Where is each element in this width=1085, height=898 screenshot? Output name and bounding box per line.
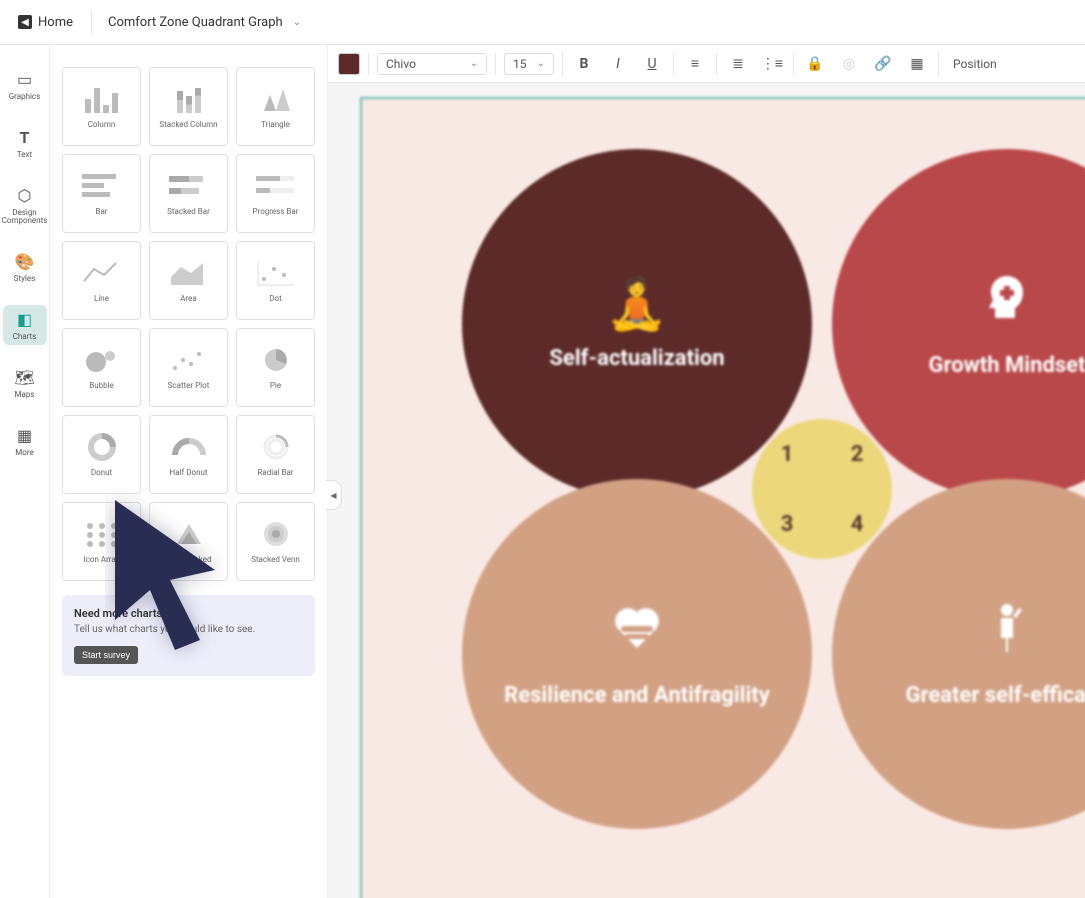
divider [91, 10, 92, 34]
scatter-icon [169, 345, 209, 375]
chevron-down-icon: ⌄ [470, 58, 478, 69]
dot-icon [256, 258, 296, 288]
artboard[interactable]: 🧘 Self-actualization Growth Mindset R [360, 97, 1085, 898]
chart-type-bubble[interactable]: Bubble [62, 328, 141, 407]
chevron-down-icon: ⌄ [537, 58, 545, 69]
rail-item-more[interactable]: ▦ More [3, 421, 47, 461]
canvas-area: Chivo ⌄ 15 ⌄ B I U ≡ ≣ ⋮≡ 🔒 ◎ 🔗 ▦ Positi… [328, 45, 1085, 898]
rail-item-text[interactable]: T Text [3, 123, 47, 163]
pie-icon [256, 345, 296, 375]
rail-item-design-components[interactable]: ⬡ Design Components [3, 181, 47, 229]
back-icon: ◀ [18, 15, 32, 29]
list-bullet-button[interactable]: ⋮≡ [759, 51, 785, 77]
chart-type-triangle[interactable]: Triangle [236, 67, 315, 146]
column-icon [82, 84, 122, 114]
feedback-text: Tell us what charts you would like to se… [74, 624, 303, 635]
chart-type-pie[interactable]: Pie [236, 328, 315, 407]
left-rail: ▭ Graphics T Text ⬡ Design Components 🎨 … [0, 45, 50, 898]
chart-type-scatter[interactable]: Scatter Plot [149, 328, 228, 407]
triangle-icon [256, 84, 296, 114]
home-button[interactable]: ◀ Home [8, 11, 83, 34]
progress-bar-icon [256, 171, 296, 201]
rail-item-graphics[interactable]: ▭ Graphics [3, 65, 47, 105]
align-button[interactable]: ≡ [682, 51, 708, 77]
chart-type-bar[interactable]: Bar [62, 154, 141, 233]
underline-button[interactable]: U [639, 51, 665, 77]
chart-type-panel: ColumnStacked ColumnTriangle BarStacked B… [50, 45, 328, 898]
rail-item-maps[interactable]: 🗺 Maps [3, 363, 47, 403]
chart-type-stacked-bar[interactable]: Stacked Bar [149, 154, 228, 233]
more-icon: ▦ [15, 425, 35, 445]
lock-button[interactable]: 🔒 [802, 51, 828, 77]
icon-array-icon [82, 519, 122, 549]
bold-button[interactable]: B [571, 51, 597, 77]
bubble-icon [82, 345, 122, 375]
chart-type-progress-bar[interactable]: Progress Bar [236, 154, 315, 233]
italic-button[interactable]: I [605, 51, 631, 77]
line-icon [82, 258, 122, 288]
area-icon [169, 258, 209, 288]
text-toolbar: Chivo ⌄ 15 ⌄ B I U ≡ ≣ ⋮≡ 🔒 ◎ 🔗 ▦ Positi… [328, 45, 1085, 83]
position-button[interactable]: Position [947, 57, 1003, 71]
chart-type-stacked-column[interactable]: Stacked Column [149, 67, 228, 146]
chart-type-dot[interactable]: Dot [236, 241, 315, 320]
link-button[interactable]: 🔗 [870, 51, 896, 77]
feedback-button[interactable]: Start survey [74, 646, 138, 664]
color-swatch[interactable] [338, 53, 360, 75]
chevron-down-icon: ⌄ [293, 17, 301, 28]
heart-hands-icon [607, 598, 667, 671]
rail-item-styles[interactable]: 🎨 Styles [3, 247, 47, 287]
chart-type-line[interactable]: Line [62, 241, 141, 320]
panel-collapse-handle[interactable]: ◀ [326, 480, 342, 510]
half-donut-icon [169, 432, 209, 462]
icon-stacked-icon [169, 519, 209, 549]
palette-icon: 🎨 [15, 251, 35, 271]
document-title-dropdown[interactable]: Comfort Zone Quadrant Graph ⌄ [100, 11, 309, 34]
home-label: Home [38, 15, 73, 30]
chart-type-stacked-venn[interactable]: Stacked Venn [236, 502, 315, 581]
target-button[interactable]: ◎ [836, 51, 862, 77]
center-number-circle[interactable]: 1 2 3 4 [752, 419, 892, 559]
head-plus-icon [977, 268, 1037, 341]
radial-icon [256, 432, 296, 462]
chart-type-donut[interactable]: Donut [62, 415, 141, 494]
stacked-bar-icon [169, 171, 209, 201]
donut-icon [82, 432, 122, 462]
font-family-select[interactable]: Chivo ⌄ [377, 53, 487, 75]
feedback-title: Need more charts? [74, 607, 303, 620]
person-up-icon [977, 598, 1037, 671]
stacked-venn-icon [256, 519, 296, 549]
stacked-column-icon [169, 84, 209, 114]
feedback-box: Need more charts? Tell us what charts yo… [62, 595, 315, 676]
top-bar: ◀ Home Comfort Zone Quadrant Graph ⌄ [0, 0, 1085, 45]
chart-type-area[interactable]: Area [149, 241, 228, 320]
document-title: Comfort Zone Quadrant Graph [108, 15, 283, 30]
canvas[interactable]: 🧘 Self-actualization Growth Mindset R [328, 83, 1085, 898]
components-icon: ⬡ [15, 185, 35, 205]
meditate-icon: 🧘 [606, 276, 668, 334]
list-numbered-button[interactable]: ≣ [725, 51, 751, 77]
font-size-select[interactable]: 15 ⌄ [504, 53, 554, 75]
maps-icon: 🗺 [15, 367, 35, 387]
transparency-button[interactable]: ▦ [904, 51, 930, 77]
chart-type-icon-array[interactable]: Icon Array [62, 502, 141, 581]
chart-type-half-donut[interactable]: Half Donut [149, 415, 228, 494]
text-icon: T [15, 127, 35, 147]
graphics-icon: ▭ [15, 69, 35, 89]
chart-type-radial[interactable]: Radial Bar [236, 415, 315, 494]
bar-icon [82, 171, 122, 201]
charts-icon: ◧ [15, 309, 35, 329]
chart-type-icon-stacked[interactable]: Icon Stacked [149, 502, 228, 581]
rail-item-charts[interactable]: ◧ Charts [3, 305, 47, 345]
chart-type-column[interactable]: Column [62, 67, 141, 146]
